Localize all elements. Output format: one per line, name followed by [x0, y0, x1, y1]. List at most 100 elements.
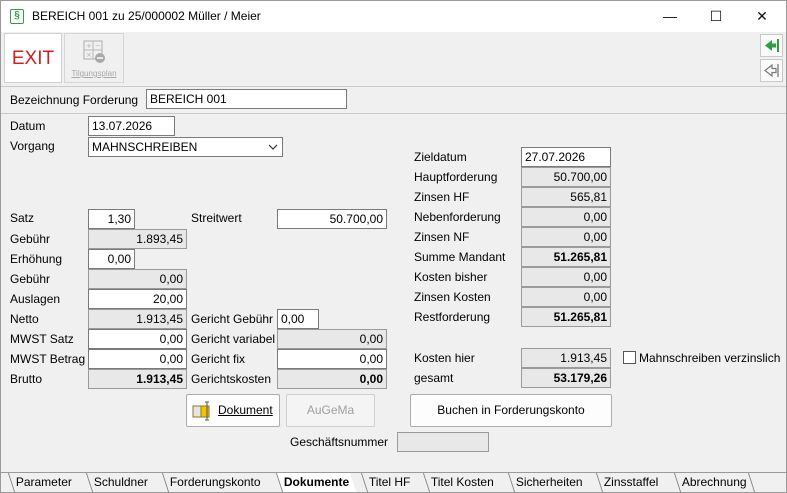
toolbar: EXIT + − × Tilgungsplan — [1, 32, 786, 86]
brutto-field: 1.913,45 — [88, 369, 187, 389]
mahnschreiben-verzinslich-label: Mahnschreiben verzinslich — [639, 351, 781, 365]
summe-mandant-label: Summe Mandant — [414, 250, 506, 264]
gericht-variabel-label: Gericht variabel — [191, 332, 276, 346]
datum-label: Datum — [10, 119, 46, 133]
tab-zinsstaffel[interactable]: Zinsstaffel — [595, 473, 666, 492]
zieldatum-label: Zieldatum — [414, 150, 467, 164]
tab-label: Titel HF — [368, 475, 411, 489]
nebenforderung-label: Nebenforderung — [414, 210, 501, 224]
tab-label: Forderungskonto — [169, 475, 261, 489]
streitwert-field[interactable]: 50.700,00 — [277, 209, 387, 229]
gericht-gebuehr-field[interactable]: 0,00 — [277, 309, 319, 329]
satz-field[interactable]: 1,30 — [88, 209, 135, 229]
gebuehr-label: Gebühr — [10, 232, 51, 246]
gebuehr-field: 1.893,45 — [88, 229, 187, 249]
mwst-satz-label: MWST Satz — [10, 332, 74, 346]
tab-dokumente[interactable]: Dokumente — [275, 473, 357, 492]
svg-text:+: + — [86, 42, 92, 50]
satz-label: Satz — [10, 211, 35, 225]
vorgang-label: Vorgang — [10, 139, 55, 153]
document-icon — [192, 401, 210, 421]
zinsen-kosten-label: Zinsen Kosten — [414, 290, 491, 304]
hauptforderung-label: Hauptforderung — [414, 170, 498, 184]
gebuehr2-field: 0,00 — [88, 269, 187, 289]
gericht-fix-field[interactable]: 0,00 — [277, 349, 387, 369]
restforderung-field: 51.265,81 — [521, 307, 611, 327]
zinsen-nf-label: Zinsen NF — [414, 230, 470, 244]
datum-field[interactable]: 13.07.2026 — [88, 116, 175, 136]
netto-label: Netto — [10, 312, 39, 326]
dokument-button[interactable]: Dokument — [186, 394, 280, 427]
mwst-betrag-field[interactable]: 0,00 — [88, 349, 187, 369]
tab-titel-hf[interactable]: Titel HF — [360, 473, 418, 492]
erhoehung-label: Erhöhung — [10, 252, 63, 266]
zinsen-hf-label: Zinsen HF — [414, 190, 470, 204]
back-button[interactable] — [760, 59, 783, 82]
arrow-left-gray-icon — [764, 63, 779, 78]
window-title: BEREICH 001 zu 25/000002 Müller / Meier — [32, 9, 261, 23]
svg-text:−: − — [95, 42, 101, 50]
tab-bar: Parameter Schuldner Forderungskonto Doku… — [1, 472, 786, 492]
tab-label: Parameter — [15, 475, 72, 489]
main-window: § BEREICH 001 zu 25/000002 Müller / Meie… — [0, 0, 787, 493]
dokument-button-label: Dokument — [218, 403, 273, 417]
bezeichnung-label: Bezeichnung Forderung — [10, 93, 139, 107]
streitwert-label: Streitwert — [191, 211, 242, 225]
zinsen-kosten-field: 0,00 — [521, 287, 611, 307]
bezeichnung-field[interactable]: BEREICH 001 — [146, 89, 347, 109]
gesamt-field: 53.179,26 — [521, 368, 611, 388]
kosten-hier-field: 1.913,45 — [521, 348, 611, 368]
tab-abrechnung[interactable]: Abrechnung — [673, 473, 755, 492]
tab-forderungskonto[interactable]: Forderungskonto — [161, 473, 268, 492]
gerichtskosten-label: Gerichtskosten — [191, 372, 272, 386]
mwst-satz-field[interactable]: 0,00 — [88, 329, 187, 349]
tab-sicherheiten[interactable]: Sicherheiten — [507, 473, 590, 492]
tab-schuldner[interactable]: Schuldner — [85, 473, 156, 492]
auslagen-field[interactable]: 20,00 — [88, 289, 187, 309]
tab-titel-kosten[interactable]: Titel Kosten — [422, 473, 502, 492]
tab-label: Sicherheiten — [515, 475, 583, 489]
erhoehung-field[interactable]: 0,00 — [88, 249, 135, 269]
mwst-betrag-label: MWST Betrag — [10, 352, 86, 366]
tab-label: Titel Kosten — [430, 475, 494, 489]
geschaeftsnummer-field — [397, 432, 489, 452]
minimize-button[interactable]: — — [647, 1, 693, 32]
tab-label: Dokumente — [283, 475, 350, 489]
tilgungsplan-button[interactable]: + − × Tilgungsplan — [64, 33, 124, 83]
close-button[interactable]: ✕ — [739, 1, 785, 32]
nebenforderung-field: 0,00 — [521, 207, 611, 227]
summe-mandant-field: 51.265,81 — [521, 247, 611, 267]
zinsen-nf-field: 0,00 — [521, 227, 611, 247]
chevron-down-icon — [268, 144, 278, 150]
gericht-fix-label: Gericht fix — [191, 352, 246, 366]
netto-field: 1.913,45 — [88, 309, 187, 329]
mahnschreiben-verzinslich-checkbox[interactable] — [623, 351, 636, 364]
gesamt-label: gesamt — [414, 371, 454, 385]
zieldatum-field[interactable]: 27.07.2026 — [521, 147, 611, 167]
kosten-bisher-label: Kosten bisher — [414, 270, 488, 284]
hauptforderung-field: 50.700,00 — [521, 167, 611, 187]
arrow-left-green-icon — [765, 39, 779, 52]
vorgang-value: MAHNSCHREIBEN — [92, 140, 198, 154]
tab-label: Schuldner — [93, 475, 148, 489]
geschaeftsnummer-label: Geschäftsnummer — [290, 435, 389, 449]
tilgungsplan-icon: + − × — [83, 40, 105, 63]
separator — [1, 113, 786, 114]
separator — [1, 86, 786, 87]
gericht-variabel-field: 0,00 — [277, 329, 387, 349]
buchen-button[interactable]: Buchen in Forderungskonto — [410, 394, 612, 427]
brutto-label: Brutto — [10, 372, 43, 386]
gebuehr2-label: Gebühr — [10, 272, 51, 286]
tab-label: Abrechnung — [681, 475, 747, 489]
app-icon: § — [10, 9, 24, 24]
tab-parameter[interactable]: Parameter — [7, 473, 80, 492]
augema-button[interactable]: AuGeMa — [286, 394, 375, 427]
enter-button[interactable] — [760, 34, 783, 57]
zinsen-hf-field: 565,81 — [521, 187, 611, 207]
maximize-button[interactable]: ☐ — [693, 1, 739, 32]
kosten-bisher-field: 0,00 — [521, 267, 611, 287]
exit-button[interactable]: EXIT — [4, 33, 62, 83]
gerichtskosten-field: 0,00 — [277, 369, 387, 389]
vorgang-select[interactable]: MAHNSCHREIBEN — [88, 137, 283, 157]
kosten-hier-label: Kosten hier — [414, 351, 475, 365]
